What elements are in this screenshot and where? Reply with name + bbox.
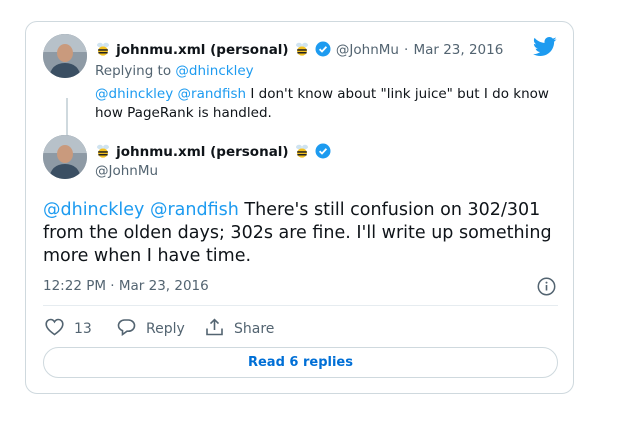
- verified-badge-icon: [315, 143, 331, 159]
- share-icon: [205, 318, 224, 340]
- handle[interactable]: @JohnMu: [336, 42, 399, 58]
- avatar[interactable]: [43, 135, 87, 179]
- heart-icon: [45, 318, 64, 340]
- mention-link[interactable]: @dhinckley: [43, 200, 144, 220]
- read-replies-button[interactable]: Read 6 replies: [43, 347, 558, 378]
- tweet-card[interactable]: johnmu.xml (personal) @JohnMu · Mar 23, …: [25, 21, 574, 394]
- like-count: 13: [74, 321, 92, 337]
- tweet-text-line: from the olden days; 302s are fine. I'll…: [43, 223, 552, 243]
- avatar[interactable]: [43, 34, 87, 78]
- like-button[interactable]: 13: [45, 318, 92, 340]
- info-icon[interactable]: [537, 277, 556, 300]
- reply-label: Reply: [146, 321, 185, 337]
- replying-to-handle[interactable]: @dhinckley: [175, 63, 253, 79]
- mention-link[interactable]: @randfish: [150, 200, 239, 220]
- reply-bubble-icon: [117, 318, 136, 340]
- bee-emoji-icon: [294, 41, 310, 57]
- tweet-date[interactable]: Mar 23, 2016: [413, 42, 503, 58]
- tweet-text-line: There's still confusion on 302/301: [244, 200, 541, 220]
- tweet-text-line: more when I have time.: [43, 246, 252, 266]
- share-button[interactable]: Share: [205, 318, 274, 340]
- display-name[interactable]: johnmu.xml (personal): [116, 42, 289, 58]
- mention-link[interactable]: @randfish: [178, 86, 247, 102]
- verified-badge-icon: [315, 41, 331, 57]
- display-name[interactable]: johnmu.xml (personal): [116, 144, 289, 160]
- mention-link[interactable]: @dhinckley: [95, 86, 173, 102]
- tweet-text-line: how PageRank is handled.: [95, 105, 272, 121]
- handle[interactable]: @JohnMu: [95, 163, 158, 179]
- parent-tweet-text: @dhinckley @randfish I don't know about …: [95, 85, 549, 123]
- bee-emoji-icon: [294, 143, 310, 159]
- bee-emoji-icon: [95, 143, 111, 159]
- tweet-text-line: I don't know about "link juice" but I do…: [250, 86, 549, 102]
- parent-tweet-header: johnmu.xml (personal) @JohnMu · Mar 23, …: [95, 39, 503, 58]
- reply-button[interactable]: Reply: [117, 318, 185, 340]
- main-tweet-text: @dhinckley @randfish There's still confu…: [43, 199, 563, 268]
- bee-emoji-icon: [95, 41, 111, 57]
- separator-dot: ·: [404, 42, 409, 58]
- divider: [43, 305, 558, 306]
- main-tweet-header: johnmu.xml (personal): [95, 141, 331, 160]
- share-label: Share: [234, 321, 275, 337]
- replying-to-prefix: Replying to: [95, 63, 172, 79]
- tweet-timestamp[interactable]: 12:22 PM · Mar 23, 2016: [43, 278, 209, 294]
- twitter-bird-icon[interactable]: [533, 37, 557, 61]
- replying-to-line: Replying to @dhinckley: [95, 63, 254, 79]
